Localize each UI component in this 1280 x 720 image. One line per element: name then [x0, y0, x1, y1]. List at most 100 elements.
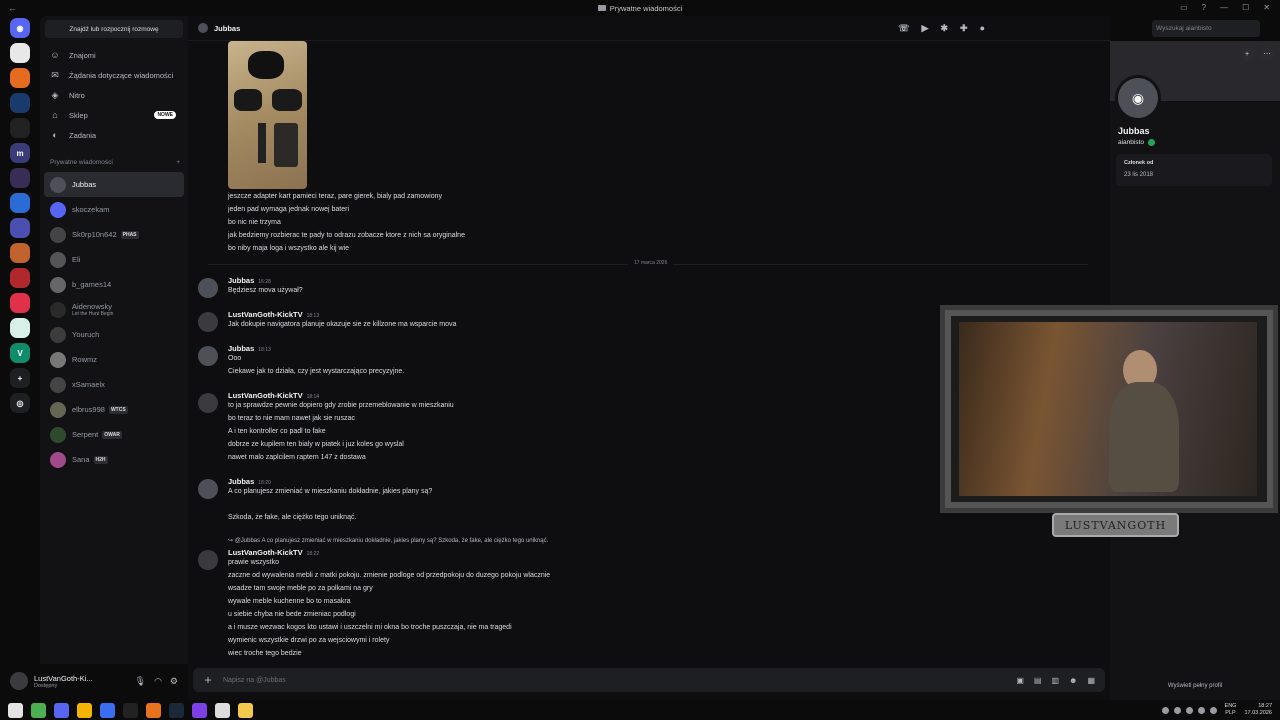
find-conversation-button[interactable]: Znajdź lub rozpocznij rozmowę: [45, 20, 183, 38]
create-dm-plus-icon[interactable]: +: [176, 159, 180, 166]
inbox-icon[interactable]: ▭: [1180, 3, 1188, 12]
attach-plus-icon[interactable]: +: [193, 673, 223, 687]
nav-nitro[interactable]: ◈ Nitro: [44, 85, 184, 105]
microphone-icon[interactable]: 🎙: [135, 676, 146, 687]
clock[interactable]: 18:27 17.03.2026: [1244, 703, 1272, 717]
gift-icon[interactable]: ▣: [1016, 676, 1024, 685]
author-name[interactable]: LustVanGoth-KickTV: [228, 391, 303, 400]
message-avatar[interactable]: [198, 346, 218, 366]
message-author[interactable]: Jubbas 18:13: [228, 344, 271, 353]
message-author[interactable]: LustVanGoth-KickTV 18:22: [228, 548, 319, 557]
add-friends-icon[interactable]: ✚: [960, 23, 968, 34]
tray-icon[interactable]: [1209, 706, 1217, 714]
message-avatar[interactable]: [198, 479, 218, 499]
message-author[interactable]: Jubbas 18:20: [228, 477, 271, 486]
dm-item[interactable]: Jubbas: [44, 172, 184, 197]
view-full-profile-link[interactable]: Wyświetl pełny profil: [1110, 683, 1280, 689]
dm-item[interactable]: Sana H2H: [44, 447, 184, 472]
author-name[interactable]: Jubbas: [228, 344, 254, 353]
server-2-icon[interactable]: [10, 68, 30, 88]
nav-quests[interactable]: ◐ Zadania: [44, 125, 184, 145]
tray-icon[interactable]: [1185, 706, 1193, 714]
message-author[interactable]: LustVanGoth-KickTV 18:14: [228, 391, 319, 400]
server-4-icon[interactable]: [10, 118, 30, 138]
discover-icon[interactable]: ◎: [10, 393, 30, 413]
profile-avatar[interactable]: ◉: [1115, 75, 1161, 121]
taskbar-app-icon[interactable]: [8, 702, 23, 718]
server-13-icon[interactable]: V: [10, 343, 30, 363]
server-12-icon[interactable]: [10, 318, 30, 338]
dm-item[interactable]: Youruch: [44, 322, 184, 347]
language-indicator[interactable]: ENG PLP: [1225, 703, 1237, 717]
taskbar-app-icon[interactable]: [77, 702, 92, 718]
voice-call-icon[interactable]: ☏: [898, 23, 909, 34]
author-name[interactable]: Jubbas: [228, 276, 254, 285]
server-1-icon[interactable]: [10, 43, 30, 63]
author-name[interactable]: Jubbas: [228, 477, 254, 486]
taskbar-app-icon[interactable]: [31, 702, 46, 718]
dm-item[interactable]: b_games14: [44, 272, 184, 297]
dm-item[interactable]: Serpent OWAR: [44, 422, 184, 447]
nav-shop[interactable]: ⌂ Sklep NOWE: [44, 105, 184, 125]
taskbar-app-icon[interactable]: [123, 702, 138, 718]
minimize-button[interactable]: —: [1220, 3, 1228, 12]
add-friend-icon[interactable]: +: [1240, 47, 1254, 61]
taskbar-app-icon[interactable]: [238, 702, 253, 718]
dm-item[interactable]: Rowmz: [44, 347, 184, 372]
author-name[interactable]: LustVanGoth-KickTV: [228, 548, 303, 557]
server-7-icon[interactable]: [10, 193, 30, 213]
dm-item[interactable]: elbrus998 WTCS: [44, 397, 184, 422]
chat-search-input[interactable]: Wyszukaj aianbisto: [1152, 20, 1260, 37]
image-attachment[interactable]: [228, 41, 307, 189]
taskbar-app-icon[interactable]: [192, 702, 207, 718]
dm-item[interactable]: Aidenowsky Let the Hunt Begin: [44, 297, 184, 322]
tray-icon[interactable]: [1161, 706, 1169, 714]
author-name[interactable]: LustVanGoth-KickTV: [228, 310, 303, 319]
dm-item[interactable]: Sk0rp10n642 PHAS: [44, 222, 184, 247]
discord-home-icon[interactable]: ◉: [10, 18, 30, 38]
back-arrow-icon[interactable]: ←: [8, 3, 17, 13]
server-10-icon[interactable]: [10, 268, 30, 288]
server-5-icon[interactable]: m: [10, 143, 30, 163]
dm-item[interactable]: skoczekam: [44, 197, 184, 222]
message-avatar[interactable]: [198, 312, 218, 332]
help-icon[interactable]: ?: [1202, 3, 1206, 12]
tray-icon[interactable]: [1197, 706, 1205, 714]
gif-icon[interactable]: ▤: [1034, 676, 1042, 685]
taskbar-app-icon[interactable]: [54, 702, 69, 718]
user-profile-icon[interactable]: ●: [980, 23, 985, 34]
reply-preview[interactable]: ↪ @Jubbas A co planujesz zmieniać w mies…: [228, 537, 548, 544]
headphones-icon[interactable]: ◠: [154, 676, 162, 687]
tray-icon[interactable]: [1173, 706, 1181, 714]
settings-gear-icon[interactable]: ⚙: [170, 676, 178, 687]
sticker-icon[interactable]: ▥: [1051, 676, 1059, 685]
taskbar-app-icon[interactable]: [146, 702, 161, 718]
pinned-messages-icon[interactable]: ✱: [940, 23, 948, 34]
apps-icon[interactable]: ▦: [1087, 676, 1095, 685]
message-author[interactable]: Jubbas 16:28: [228, 276, 271, 285]
emoji-icon[interactable]: ☻: [1069, 676, 1077, 685]
server-3-icon[interactable]: [10, 93, 30, 113]
user-name[interactable]: LustVanGoth-Ki...: [34, 674, 93, 683]
server-8-icon[interactable]: [10, 218, 30, 238]
dm-item[interactable]: xSamaelx: [44, 372, 184, 397]
nav-message-requests[interactable]: ✉ Żądania dotyczące wiadomości: [44, 65, 184, 85]
message-avatar[interactable]: [198, 393, 218, 413]
more-options-icon[interactable]: ⋯: [1260, 47, 1274, 61]
add-server-icon[interactable]: +: [10, 368, 30, 388]
server-11-icon[interactable]: [10, 293, 30, 313]
message-author[interactable]: LustVanGoth-KickTV 18:13: [228, 310, 319, 319]
message-avatar[interactable]: [198, 550, 218, 570]
message-avatar[interactable]: [198, 278, 218, 298]
message-input[interactable]: Napisz na @Jubbas: [223, 677, 286, 684]
taskbar-app-icon[interactable]: [215, 702, 230, 718]
dm-item[interactable]: Eli: [44, 247, 184, 272]
taskbar-app-icon[interactable]: [100, 702, 115, 718]
server-9-icon[interactable]: [10, 243, 30, 263]
user-avatar[interactable]: [10, 672, 28, 690]
nav-friends[interactable]: ☺ Znajomi: [44, 45, 184, 65]
taskbar-app-icon[interactable]: [169, 702, 184, 718]
server-6-icon[interactable]: [10, 168, 30, 188]
close-button[interactable]: ✕: [1263, 3, 1270, 12]
maximize-button[interactable]: ☐: [1242, 3, 1249, 12]
